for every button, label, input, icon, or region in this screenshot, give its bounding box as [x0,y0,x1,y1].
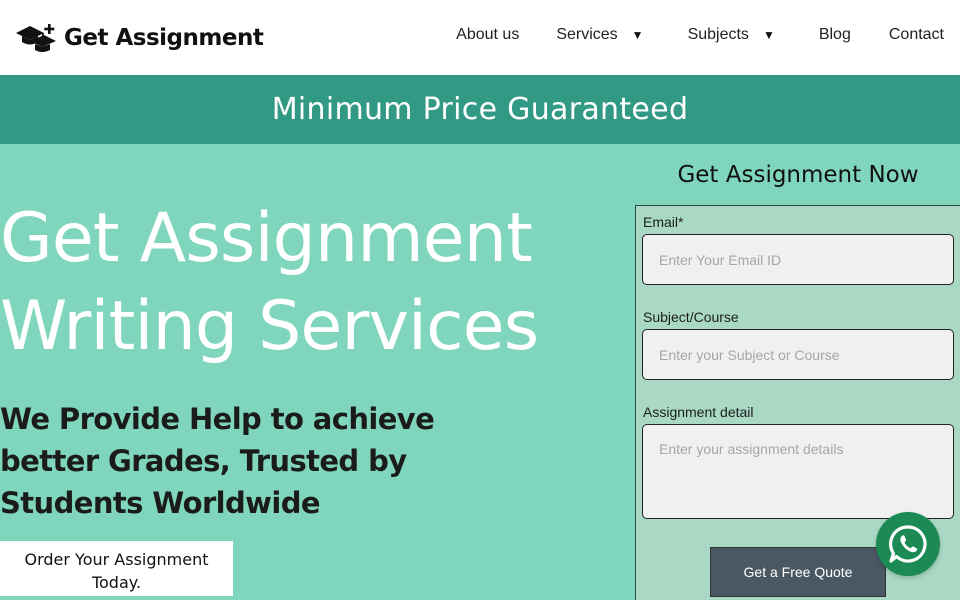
hero-title-line1: Get Assignment [0,199,533,278]
whatsapp-button[interactable] [876,512,940,576]
logo-text: Get Assignment [64,25,264,51]
nav-services[interactable]: Services ▼ [556,26,643,44]
graduation-cap-plus-icon [16,22,58,54]
hero-title: Get Assignment Writing Services [0,195,620,371]
form-heading: Get Assignment Now [677,162,919,188]
logo[interactable]: Get Assignment [16,22,264,54]
email-field[interactable] [642,234,954,285]
nav-subjects[interactable]: Subjects ▼ [688,26,775,44]
chevron-down-icon: ▼ [631,28,644,42]
chevron-down-icon: ▼ [762,28,775,42]
price-banner: Minimum Price Guaranteed [0,75,960,144]
nav-contact[interactable]: Contact [889,26,944,44]
hero-subtitle: We Provide Help to achieve better Grades… [0,402,435,520]
assignment-detail-field[interactable] [642,424,954,519]
order-assignment-button[interactable]: Order Your Assignment Today. [0,541,233,596]
main-nav: About us Services ▼ Subjects ▼ Blog Cont… [456,26,944,44]
nav-about-us[interactable]: About us [456,26,519,44]
nav-contact-label: Contact [888,26,944,43]
site-header: Get Assignment About us Services ▼ Subje… [0,0,960,75]
nav-subjects-label: Subjects [687,26,749,43]
subject-label: Subject/Course [643,309,739,325]
nav-blog[interactable]: Blog [819,26,851,44]
email-label: Email* [643,214,684,230]
get-free-quote-button[interactable]: Get a Free Quote [710,547,886,597]
hero-title-line2: Writing Services [0,287,539,366]
whatsapp-icon [889,525,927,563]
banner-text: Minimum Price Guaranteed [271,92,689,127]
nav-services-label: Services [556,26,618,43]
nav-about-us-label: About us [456,26,520,43]
assignment-detail-label: Assignment detail [643,404,754,420]
nav-blog-label: Blog [818,26,851,43]
subject-field[interactable] [642,329,954,380]
